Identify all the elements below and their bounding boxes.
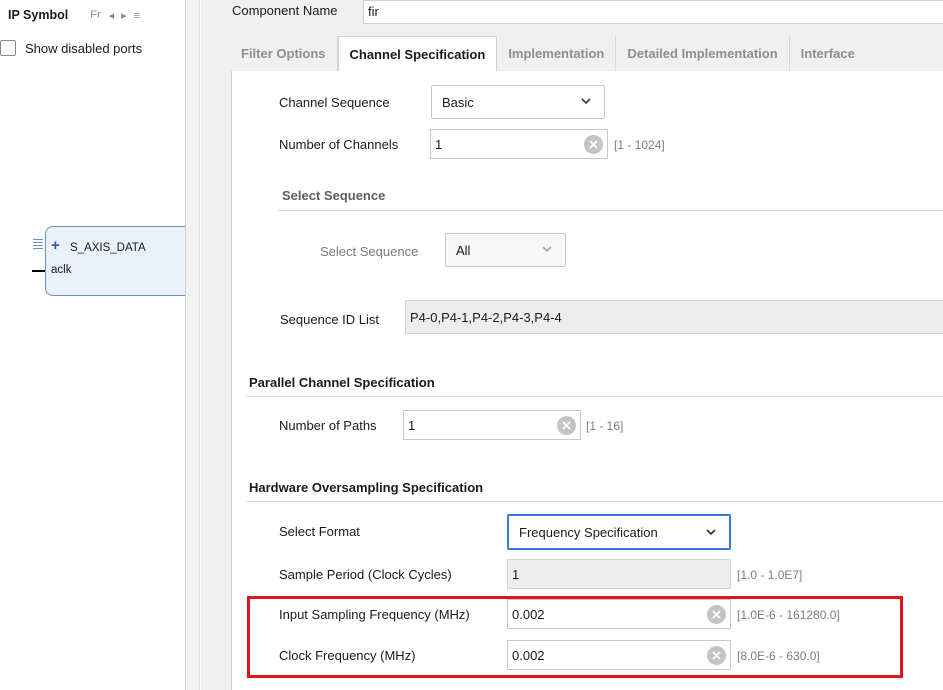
show-disabled-ports-checkbox[interactable] bbox=[0, 40, 16, 56]
chevron-down-icon bbox=[581, 98, 591, 105]
section-divider bbox=[247, 396, 943, 397]
port-aclk-pin bbox=[32, 270, 45, 272]
tab-implementation[interactable]: Implementation bbox=[497, 36, 617, 71]
tab-frequency-response[interactable]: Fr bbox=[90, 9, 100, 21]
sample-period-value: 1 bbox=[512, 566, 520, 582]
clear-icon[interactable] bbox=[557, 416, 576, 435]
number-of-channels-value: 1 bbox=[435, 136, 443, 152]
chevron-down-icon bbox=[542, 246, 552, 253]
number-of-channels-label: Number of Channels bbox=[279, 137, 399, 152]
section-divider bbox=[278, 210, 943, 211]
tab-channel-specification[interactable]: Channel Specification bbox=[337, 36, 498, 71]
ip-symbol-panel: IP Symbol Fr ◂ ▸ ≡ Show disabled ports +… bbox=[0, 0, 186, 690]
select-sequence-label: Select Sequence bbox=[320, 244, 419, 259]
config-tab-bar: Filter Options Channel Specification Imp… bbox=[231, 36, 943, 71]
bus-grip-icon bbox=[33, 239, 43, 251]
number-of-paths-input[interactable]: 1 bbox=[403, 410, 581, 440]
sequence-id-list-value: P4-0,P4-1,P4-2,P4-3,P4-4 bbox=[410, 309, 562, 325]
section-divider bbox=[247, 501, 943, 502]
channel-sequence-select[interactable]: Basic bbox=[431, 85, 605, 119]
number-of-channels-range: [1 - 1024] bbox=[614, 138, 665, 152]
hardware-oversampling-heading: Hardware Oversampling Specification bbox=[249, 480, 484, 495]
channel-sequence-label: Channel Sequence bbox=[279, 95, 390, 110]
component-name-input[interactable]: fir bbox=[363, 0, 943, 24]
highlight-box bbox=[247, 596, 903, 678]
select-sequence-select[interactable]: All bbox=[445, 233, 566, 267]
sample-period-field: 1 bbox=[507, 559, 731, 589]
number-of-paths-value: 1 bbox=[408, 417, 416, 433]
tab-interface[interactable]: Interface bbox=[790, 36, 866, 71]
tab-filter-options[interactable]: Filter Options bbox=[231, 36, 338, 71]
sequence-id-list-field: P4-0,P4-1,P4-2,P4-3,P4-4 bbox=[405, 300, 943, 334]
number-of-channels-input[interactable]: 1 bbox=[430, 129, 608, 159]
number-of-paths-label: Number of Paths bbox=[279, 418, 377, 433]
sequence-id-list-label: Sequence ID List bbox=[280, 312, 380, 327]
clear-icon[interactable] bbox=[584, 135, 603, 154]
select-format-value: Frequency Specification bbox=[519, 524, 658, 540]
show-disabled-ports-label: Show disabled ports bbox=[25, 40, 143, 56]
component-name-label: Component Name bbox=[232, 3, 338, 18]
tab-nav-menu-icon[interactable]: ◂ ▸ ≡ bbox=[109, 9, 143, 22]
ip-block-symbol bbox=[45, 226, 185, 296]
select-format-select[interactable]: Frequency Specification bbox=[507, 514, 731, 550]
port-s-axis-data: S_AXIS_DATA bbox=[70, 242, 146, 254]
parallel-channel-heading: Parallel Channel Specification bbox=[249, 375, 435, 390]
select-sequence-value: All bbox=[456, 242, 471, 258]
panel-splitter[interactable] bbox=[186, 0, 200, 690]
sample-period-range: [1.0 - 1.0E7] bbox=[737, 568, 803, 582]
tab-ip-symbol[interactable]: IP Symbol bbox=[8, 8, 68, 22]
channel-sequence-value: Basic bbox=[442, 94, 474, 110]
tab-detailed-implementation[interactable]: Detailed Implementation bbox=[616, 36, 790, 71]
chevron-down-icon bbox=[706, 529, 716, 536]
select-format-label: Select Format bbox=[279, 524, 360, 539]
number-of-paths-range: [1 - 16] bbox=[586, 419, 624, 433]
expand-plus-icon[interactable]: + bbox=[51, 238, 60, 253]
show-disabled-ports-row[interactable]: Show disabled ports bbox=[0, 40, 142, 56]
select-sequence-heading: Select Sequence bbox=[282, 188, 386, 203]
sample-period-label: Sample Period (Clock Cycles) bbox=[279, 567, 452, 582]
port-aclk: aclk bbox=[51, 264, 72, 276]
left-tab-bar: IP Symbol Fr ◂ ▸ ≡ bbox=[0, 0, 186, 30]
